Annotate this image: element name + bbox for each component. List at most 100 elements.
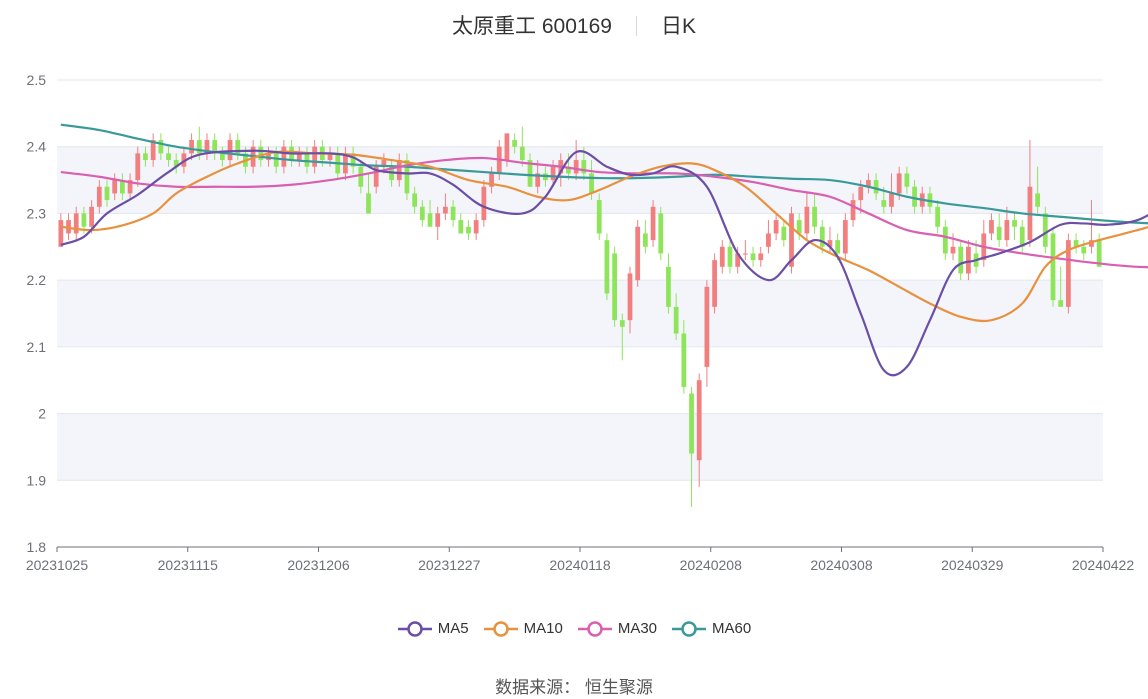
data-source: 数据来源： 恒生聚源 <box>495 678 653 697</box>
candle-body <box>1081 246 1087 254</box>
candle-body <box>935 206 941 227</box>
candle-body <box>681 333 687 387</box>
x-tick-label: 20240422 <box>1072 557 1135 573</box>
candle-body <box>627 273 633 321</box>
candle-body <box>904 173 910 187</box>
candle-body <box>812 206 817 227</box>
candle-body <box>781 226 787 241</box>
legend-label: MA30 <box>617 620 658 637</box>
candle-body <box>604 240 610 294</box>
candle-body <box>443 206 448 214</box>
candle-body <box>281 146 287 167</box>
candle-body <box>273 153 279 167</box>
candle <box>996 213 1002 247</box>
candle-body <box>673 306 679 334</box>
candle-body <box>850 200 856 221</box>
y-tick-label: 1.9 <box>27 472 47 488</box>
legend-label: MA60 <box>712 620 752 637</box>
candle <box>989 213 994 241</box>
candle-body <box>58 220 64 247</box>
x-axis: 20231025 20231115 20231206 20231227 20240118… <box>26 546 1135 573</box>
candle <box>781 220 787 247</box>
candle-body <box>712 260 717 307</box>
candle <box>58 213 64 247</box>
candle-body <box>666 266 671 307</box>
candle <box>1042 206 1048 254</box>
candle-body <box>396 160 402 181</box>
candle-body <box>642 233 648 247</box>
candle-body <box>1012 220 1017 227</box>
candle <box>1019 220 1025 254</box>
candle-body <box>1050 233 1056 301</box>
candle-body <box>696 380 702 461</box>
candle-body <box>412 193 418 207</box>
candle-body <box>750 253 756 261</box>
candle <box>1012 213 1017 241</box>
candle-body <box>135 153 141 181</box>
candle-body <box>89 206 94 227</box>
candle-body <box>1058 300 1064 307</box>
y-tick-label: 2.1 <box>27 339 47 355</box>
legend-item-ma5[interactable]: MA5 <box>397 620 469 637</box>
candle <box>773 213 779 241</box>
candle <box>758 246 764 267</box>
candle-body <box>143 153 148 161</box>
legend-item-ma60[interactable]: MA60 <box>671 620 751 637</box>
candle-body <box>835 240 841 254</box>
candle-body <box>873 180 879 194</box>
x-tick-label: 20231206 <box>287 557 350 573</box>
x-tick-label: 20231227 <box>418 557 481 573</box>
candle <box>942 220 948 261</box>
candle-body <box>104 186 110 201</box>
candle-body <box>658 213 664 254</box>
candle-body <box>989 220 994 234</box>
candle-body <box>950 246 956 254</box>
candle-body <box>227 140 233 161</box>
candle-body <box>466 226 471 234</box>
candle <box>789 206 794 274</box>
candle <box>1096 233 1102 267</box>
candle-body <box>112 180 118 194</box>
y-tick-label: 2.5 <box>27 72 47 88</box>
x-tick-label: 20240208 <box>680 557 743 573</box>
candle <box>642 220 648 254</box>
candle-body <box>473 220 479 234</box>
candle-body <box>219 153 225 161</box>
candle-body <box>512 140 518 147</box>
candle-body <box>766 233 771 247</box>
candle-body <box>81 213 87 227</box>
candle-body <box>519 146 525 161</box>
candle <box>1066 233 1071 314</box>
y-tick-label: 2.3 <box>27 205 47 221</box>
candle-body <box>504 133 510 161</box>
candle-body <box>166 153 171 161</box>
legend-item-ma30[interactable]: MA30 <box>577 620 657 637</box>
candle-body <box>966 246 971 274</box>
y-tick-label: 1.8 <box>27 539 47 555</box>
candle <box>473 213 479 241</box>
candle-body <box>550 166 556 181</box>
candle-body <box>942 226 948 254</box>
candle-body <box>573 160 579 174</box>
legend-label: MA10 <box>523 620 563 637</box>
candle-body <box>1042 213 1048 247</box>
candle <box>727 240 733 274</box>
candle-body <box>358 166 364 187</box>
legend-item-ma10[interactable]: MA10 <box>483 620 563 637</box>
candle <box>1050 226 1056 307</box>
candle-body <box>189 140 194 154</box>
x-tick-label: 20240329 <box>941 557 1004 573</box>
legend-label: MA5 <box>437 620 469 637</box>
candle <box>981 220 987 267</box>
candle-body <box>458 220 464 234</box>
legend-marker-icon <box>397 621 432 637</box>
candle <box>658 206 664 261</box>
candle <box>612 246 617 327</box>
candle-body <box>589 173 594 194</box>
x-tick-label: 20240118 <box>549 557 610 573</box>
x-tick-label: 20240308 <box>810 557 873 573</box>
candle-body <box>635 226 641 281</box>
candle <box>404 153 410 201</box>
candle-body <box>650 206 656 241</box>
candle-body <box>958 246 964 274</box>
